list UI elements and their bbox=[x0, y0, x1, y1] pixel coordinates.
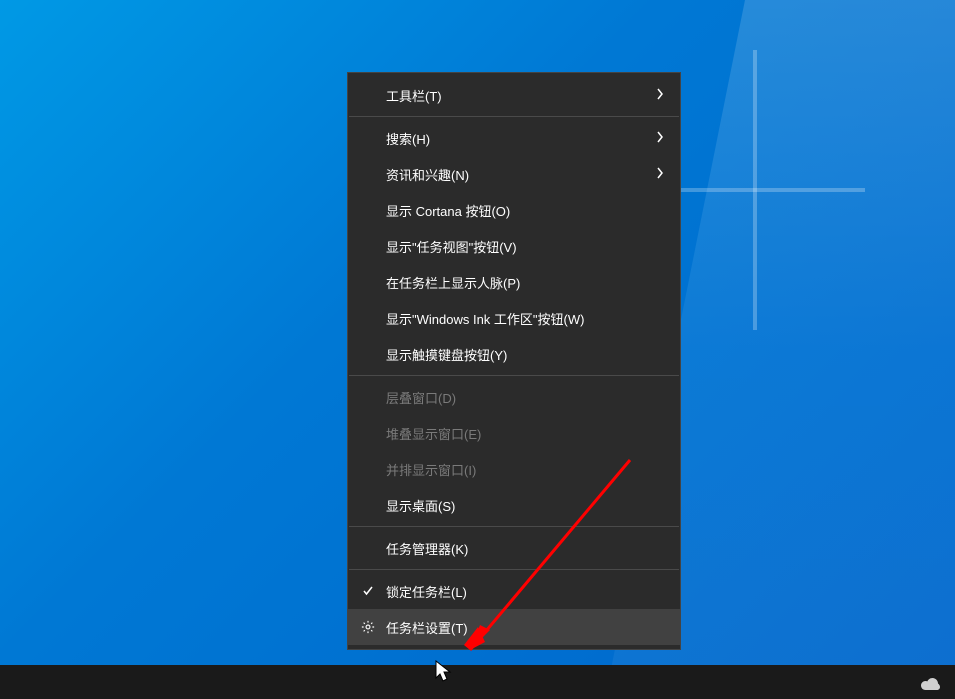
menu-label: 显示"Windows Ink 工作区"按钮(W) bbox=[386, 309, 584, 328]
check-icon bbox=[360, 583, 376, 599]
taskbar-context-menu: 工具栏(T) 搜索(H) 资讯和兴趣(N) 显示 Cortana 按钮(O) bbox=[347, 72, 681, 650]
desktop-background[interactable]: 工具栏(T) 搜索(H) 资讯和兴趣(N) 显示 Cortana 按钮(O) bbox=[0, 0, 955, 699]
taskbar[interactable] bbox=[0, 665, 955, 699]
menu-label: 搜索(H) bbox=[386, 129, 430, 148]
menu-label: 堆叠显示窗口(E) bbox=[386, 424, 481, 443]
menu-sidebyside: 并排显示窗口(I) bbox=[348, 451, 680, 487]
menu-show-desktop[interactable]: 显示桌面(S) bbox=[348, 487, 680, 523]
menu-label: 显示 Cortana 按钮(O) bbox=[386, 201, 510, 220]
menu-label: 任务管理器(K) bbox=[386, 539, 468, 558]
menu-taskbar-settings[interactable]: 任务栏设置(T) bbox=[348, 609, 680, 645]
menu-label: 资讯和兴趣(N) bbox=[386, 165, 469, 184]
menu-lock-taskbar[interactable]: 锁定任务栏(L) bbox=[348, 573, 680, 609]
menu-label: 工具栏(T) bbox=[386, 86, 442, 105]
menu-label: 任务栏设置(T) bbox=[386, 618, 468, 637]
menu-label: 显示触摸键盘按钮(Y) bbox=[386, 345, 507, 364]
menu-search[interactable]: 搜索(H) bbox=[348, 120, 680, 156]
gear-icon bbox=[360, 619, 376, 635]
chevron-right-icon bbox=[656, 87, 664, 103]
menu-separator bbox=[349, 569, 679, 570]
menu-show-ink[interactable]: 显示"Windows Ink 工作区"按钮(W) bbox=[348, 300, 680, 336]
menu-separator bbox=[349, 116, 679, 117]
weather-cloud-icon[interactable] bbox=[919, 675, 943, 693]
menu-news-interests[interactable]: 资讯和兴趣(N) bbox=[348, 156, 680, 192]
menu-label: 显示桌面(S) bbox=[386, 496, 455, 515]
menu-stacked: 堆叠显示窗口(E) bbox=[348, 415, 680, 451]
menu-label: 锁定任务栏(L) bbox=[386, 582, 467, 601]
menu-label: 在任务栏上显示人脉(P) bbox=[386, 273, 520, 292]
menu-show-people[interactable]: 在任务栏上显示人脉(P) bbox=[348, 264, 680, 300]
menu-show-touch-keyboard[interactable]: 显示触摸键盘按钮(Y) bbox=[348, 336, 680, 372]
menu-toolbars[interactable]: 工具栏(T) bbox=[348, 77, 680, 113]
chevron-right-icon bbox=[656, 130, 664, 146]
menu-label: 显示"任务视图"按钮(V) bbox=[386, 237, 517, 256]
menu-cascade: 层叠窗口(D) bbox=[348, 379, 680, 415]
menu-separator bbox=[349, 526, 679, 527]
menu-label: 层叠窗口(D) bbox=[386, 388, 456, 407]
chevron-right-icon bbox=[656, 166, 664, 182]
menu-separator bbox=[349, 375, 679, 376]
menu-show-cortana[interactable]: 显示 Cortana 按钮(O) bbox=[348, 192, 680, 228]
menu-show-taskview[interactable]: 显示"任务视图"按钮(V) bbox=[348, 228, 680, 264]
menu-task-manager[interactable]: 任务管理器(K) bbox=[348, 530, 680, 566]
menu-label: 并排显示窗口(I) bbox=[386, 460, 476, 479]
